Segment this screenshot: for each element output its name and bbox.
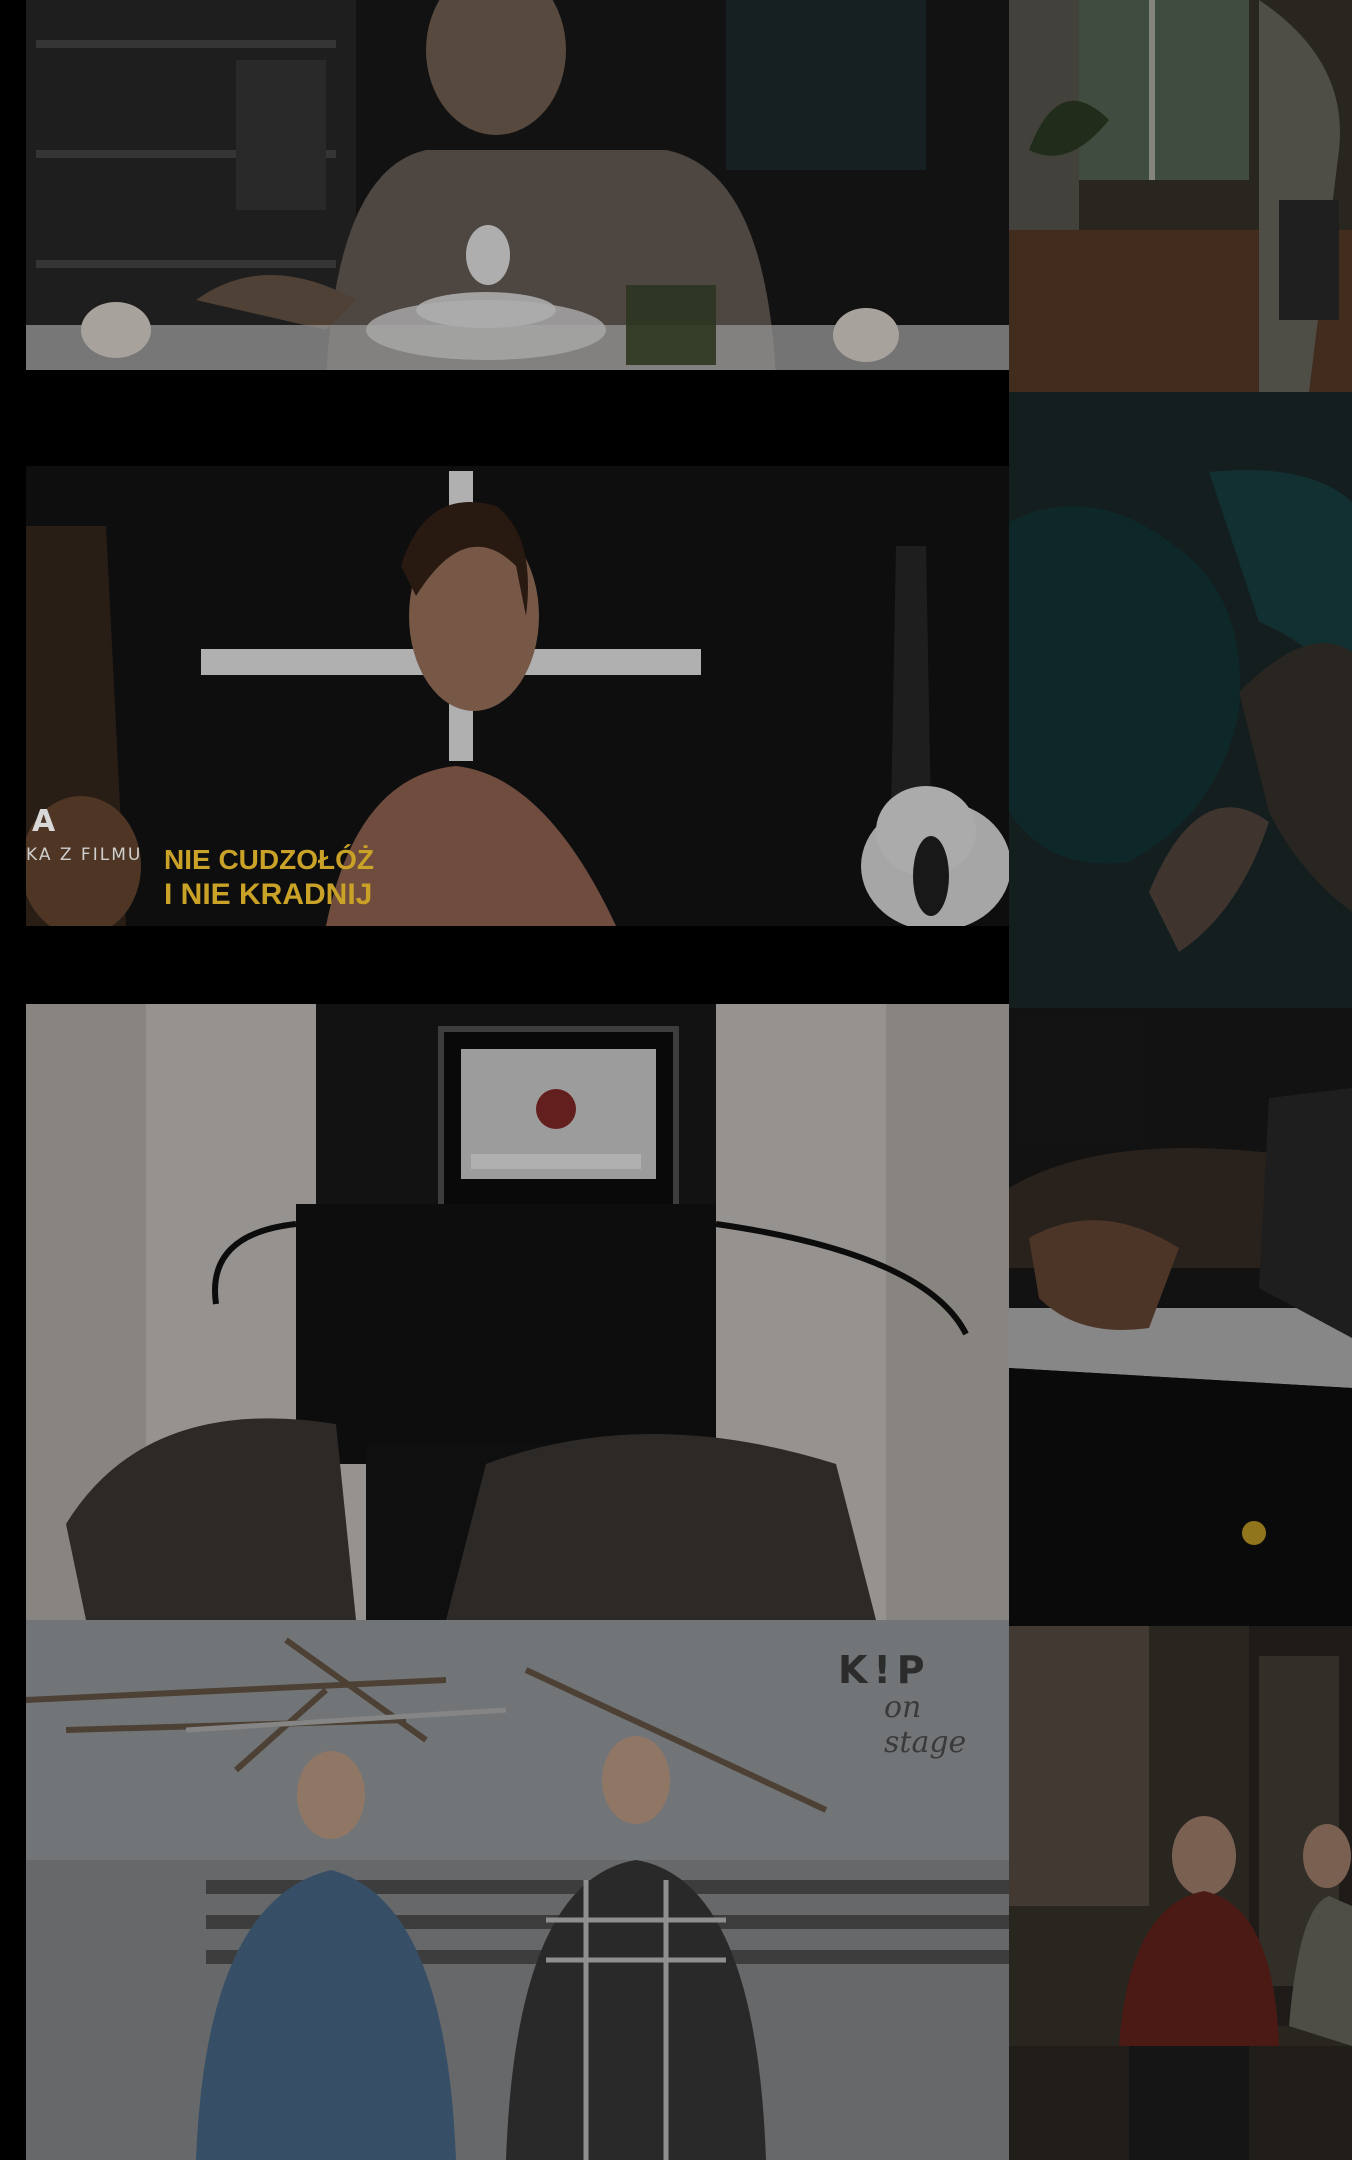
film-title-line-2: I NIE KRADNIJ <box>164 878 373 911</box>
gallery-tile-piano[interactable] <box>1009 1008 1352 1626</box>
gallery-tile-red-shirt[interactable] <box>1009 1626 1352 2160</box>
photo-blue-hand <box>1009 392 1352 1008</box>
gallery-tile-room-window[interactable] <box>1009 0 1352 392</box>
gallery-tile-woman-cross[interactable]: A KA Z FILMU NIE CUDZOŁÓŻ I NIE KRADNIJ <box>26 386 1009 1004</box>
gallery-tile-blue-hand[interactable] <box>1009 392 1352 1008</box>
caption-letter: A <box>32 804 56 839</box>
photo-camera-rig <box>26 1004 1009 1620</box>
photo-piano <box>1009 1008 1352 1626</box>
gallery-tile-kip-stage[interactable]: K!P on stage <box>26 1620 1009 2160</box>
kip-logo: K!P <box>838 1648 931 1692</box>
photo-kip-stage <box>26 1620 1009 2160</box>
caption-subtitle: KA Z FILMU <box>26 845 143 865</box>
photo-room-window <box>1009 0 1352 392</box>
gallery-tile-man-egg[interactable] <box>26 0 1009 386</box>
gallery-tile-camera-rig[interactable] <box>26 1004 1009 1620</box>
gallery-page: A KA Z FILMU NIE CUDZOŁÓŻ I NIE KRADNIJ <box>0 0 1352 2160</box>
photo-red-shirt <box>1009 1626 1352 2160</box>
film-title-line-1: NIE CUDZOŁÓŻ <box>164 844 374 875</box>
photo-man-egg <box>26 0 1009 386</box>
kip-logo-subtitle: on stage <box>884 1690 967 1760</box>
photo-woman-cross <box>26 386 1009 1004</box>
